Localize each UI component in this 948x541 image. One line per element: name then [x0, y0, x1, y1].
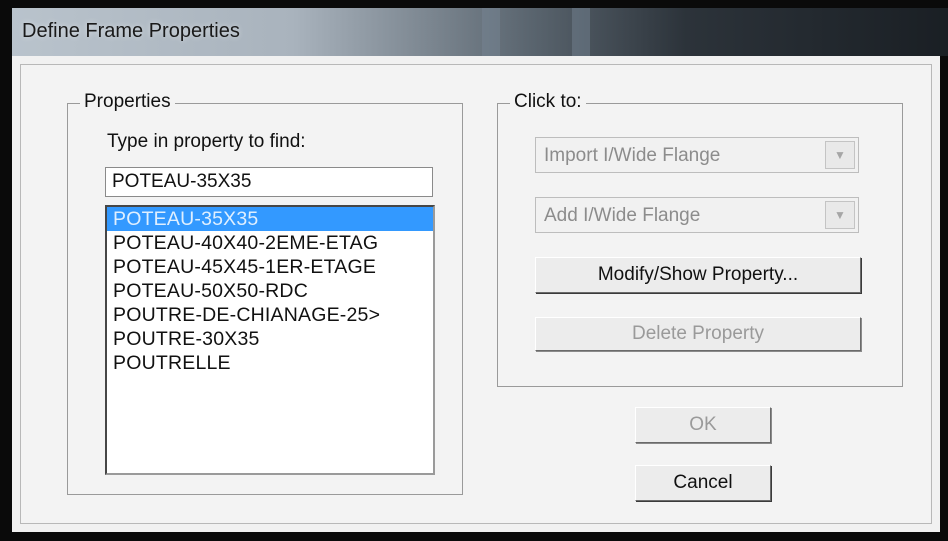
property-listbox[interactable]: POTEAU-35X35 POTEAU-40X40-2EME-ETAG POTE… — [105, 205, 435, 475]
add-combo-value: Add I/Wide Flange — [544, 205, 701, 226]
click-to-caption: Click to: — [510, 91, 586, 113]
title-bar[interactable]: Define Frame Properties — [12, 8, 948, 56]
delete-property-label: Delete Property — [631, 323, 764, 344]
import-combo-value: Import I/Wide Flange — [544, 145, 721, 166]
list-item[interactable]: POTEAU-50X50-RDC — [107, 279, 433, 303]
list-item[interactable]: POUTRE-DE-CHIANAGE-25> — [107, 303, 433, 327]
chevron-down-icon[interactable]: ▼ — [825, 141, 855, 169]
find-label: Type in property to find: — [107, 131, 306, 152]
title-bar-decoration — [482, 8, 500, 56]
import-section-combo[interactable]: Import I/Wide Flange ▼ — [535, 137, 859, 173]
window-title: Define Frame Properties — [22, 20, 240, 42]
add-section-combo[interactable]: Add I/Wide Flange ▼ — [535, 197, 859, 233]
property-search-input[interactable] — [105, 167, 433, 197]
cancel-label: Cancel — [673, 472, 733, 493]
cancel-button[interactable]: Cancel — [635, 465, 771, 501]
modify-show-property-label: Modify/Show Property... — [597, 264, 799, 285]
properties-caption: Properties — [80, 91, 175, 113]
list-item[interactable]: POUTRE-30X35 — [107, 327, 433, 351]
dialog-panel: Properties Type in property to find: POT… — [20, 64, 932, 524]
list-item[interactable]: POTEAU-40X40-2EME-ETAG — [107, 231, 433, 255]
list-item[interactable]: POUTRELLE — [107, 351, 433, 375]
title-bar-decoration — [572, 8, 590, 56]
list-item[interactable]: POTEAU-45X45-1ER-ETAGE — [107, 255, 433, 279]
list-item[interactable]: POTEAU-35X35 — [107, 207, 433, 231]
chevron-down-icon[interactable]: ▼ — [825, 201, 855, 229]
delete-property-button[interactable]: Delete Property — [535, 317, 861, 351]
ok-button[interactable]: OK — [635, 407, 771, 443]
ok-label: OK — [689, 414, 717, 435]
modify-show-property-button[interactable]: Modify/Show Property... — [535, 257, 861, 293]
dialog-body: Properties Type in property to find: POT… — [12, 56, 940, 532]
